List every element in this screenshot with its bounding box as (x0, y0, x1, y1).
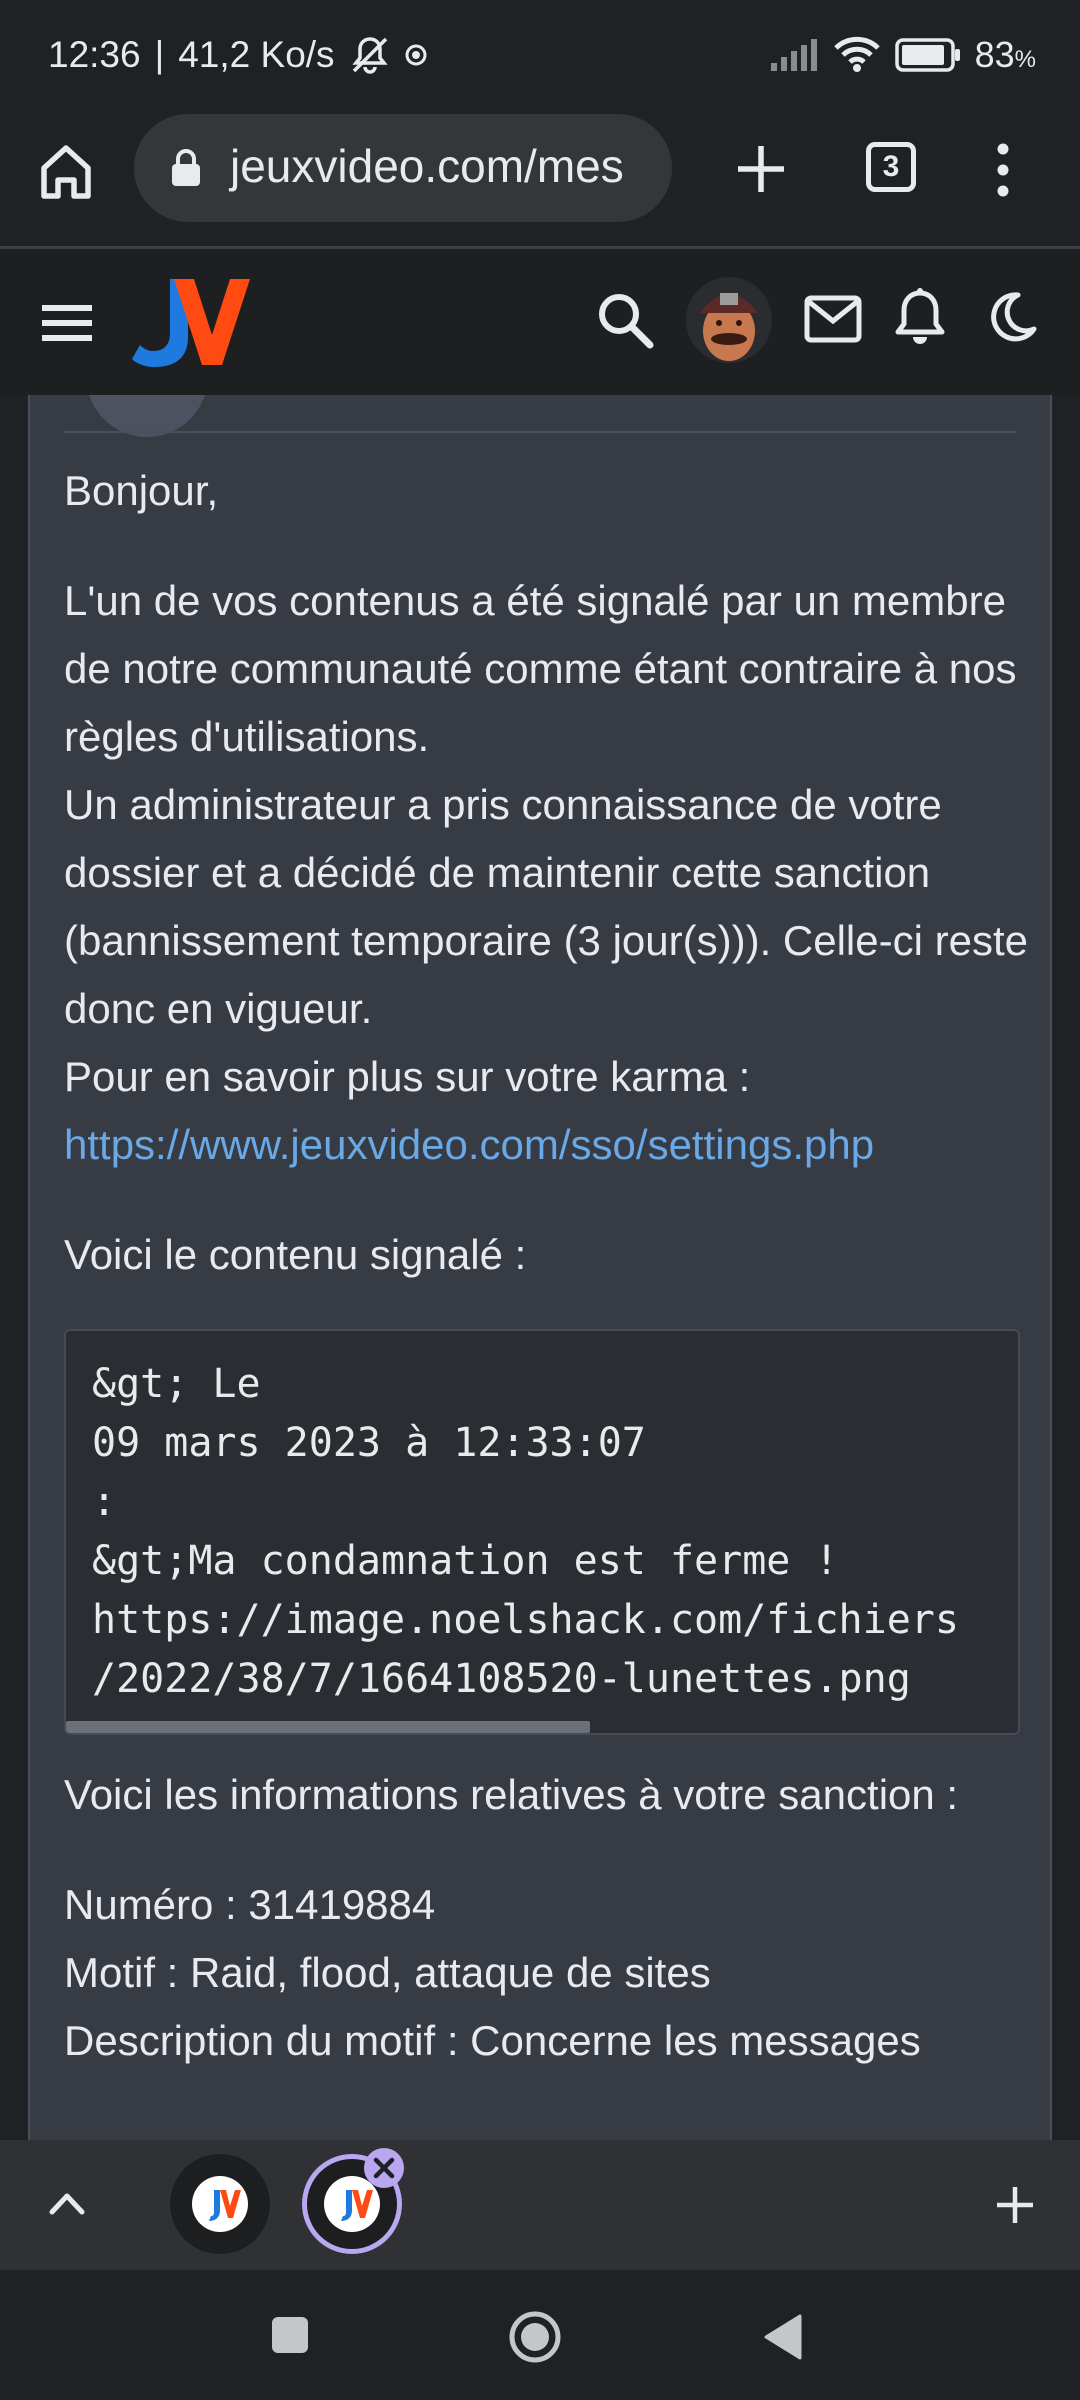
status-left: 12:36 | 41,2 Ko/s (48, 34, 427, 76)
horizontal-scrollbar[interactable] (66, 1721, 590, 1733)
system-back-button[interactable] (760, 2312, 804, 2362)
tab-thumbnail-1[interactable] (170, 2154, 270, 2254)
messages-button[interactable] (804, 295, 862, 343)
status-separator: | (154, 34, 165, 75)
battery-percent-unit: % (1014, 46, 1036, 73)
system-home-button[interactable] (508, 2310, 562, 2364)
url-text: jeuxvideo.com/mes (230, 140, 624, 192)
tab-strip (0, 2140, 1080, 2270)
square-icon (270, 2315, 310, 2355)
chevron-up-icon (44, 2184, 90, 2224)
status-bar: 12:36 | 41,2 Ko/s 83% (0, 0, 1080, 110)
user-avatar[interactable] (686, 277, 772, 363)
status-time: 12:36 (48, 34, 141, 75)
site-header (0, 249, 1080, 395)
hamburger-icon (40, 301, 96, 345)
message-divider (64, 431, 1016, 433)
bell-icon (894, 287, 946, 349)
reported-content-intro: Voici le contenu signalé : (64, 1231, 527, 1278)
mail-icon (804, 295, 862, 343)
search-icon (594, 289, 656, 351)
tab-switcher-button[interactable]: 3 (866, 142, 916, 192)
home-button[interactable] (36, 140, 96, 202)
message-card: Bonjour, L'un de vos contenus a été sign… (28, 395, 1052, 2140)
sanction-reason: Motif : Raid, flood, attaque de sites (64, 1949, 711, 1996)
dark-mode-toggle[interactable] (984, 289, 1040, 345)
site-search-button[interactable] (594, 289, 656, 351)
system-nav-bar (0, 2270, 1080, 2400)
browser-menu-button[interactable] (990, 142, 1016, 198)
battery-percent: 83% (975, 34, 1036, 76)
message-paragraph-3: Pour en savoir plus sur votre karma : (64, 1053, 751, 1100)
circle-icon (508, 2310, 562, 2364)
plus-icon (994, 2184, 1036, 2226)
new-tab-button[interactable] (730, 138, 792, 200)
kebab-menu-icon (990, 142, 1016, 198)
close-icon (364, 2148, 404, 2188)
message-greeting: Bonjour, (64, 467, 219, 514)
message-paragraph-1: L'un de vos contenus a été signalé par u… (64, 577, 1017, 760)
moon-icon (984, 289, 1040, 345)
battery-percent-value: 83 (974, 34, 1015, 75)
jv-favicon-icon (192, 2176, 248, 2232)
karma-link[interactable]: https://www.jeuxvideo.com/sso/settings.p… (64, 1121, 874, 1168)
muted-bell-icon (349, 35, 391, 75)
reported-content-block[interactable]: &gt; Le 09 mars 2023 à 12:33:07 : &gt;Ma… (64, 1329, 1020, 1735)
plus-icon (730, 138, 792, 200)
sanction-description: Description du motif : Concerne les mess… (64, 2017, 921, 2064)
network-speed: 41,2 Ko/s (178, 34, 335, 75)
wifi-icon (833, 36, 881, 74)
notifications-button[interactable] (894, 287, 946, 349)
battery-icon (894, 38, 961, 72)
home-icon (36, 140, 96, 202)
browser-toolbar: jeuxvideo.com/mes 3 (0, 110, 1080, 249)
notification-dot-icon (405, 42, 427, 68)
site-menu-button[interactable] (40, 301, 96, 345)
jv-logo[interactable] (130, 275, 252, 369)
signal-icon (769, 37, 819, 73)
reported-content-text: &gt; Le 09 mars 2023 à 12:33:07 : &gt;Ma… (92, 1361, 959, 1702)
collapse-tabs-button[interactable] (44, 2184, 90, 2224)
tab-strip-add-button[interactable] (994, 2184, 1036, 2226)
sanction-intro: Voici les informations relatives à votre… (64, 1771, 959, 1818)
status-right: 83% (769, 34, 1036, 76)
message-paragraph-2: Un administrateur a pris connaissance de… (64, 781, 1028, 1032)
triangle-back-icon (760, 2312, 804, 2362)
close-tab-button[interactable] (364, 2148, 404, 2188)
sanction-number: Numéro : 31419884 (64, 1881, 436, 1928)
address-bar[interactable]: jeuxvideo.com/mes (134, 114, 672, 222)
recent-apps-button[interactable] (270, 2315, 310, 2355)
lock-icon (170, 148, 202, 188)
message-body: Bonjour, L'un de vos contenus a été sign… (64, 457, 1050, 2075)
